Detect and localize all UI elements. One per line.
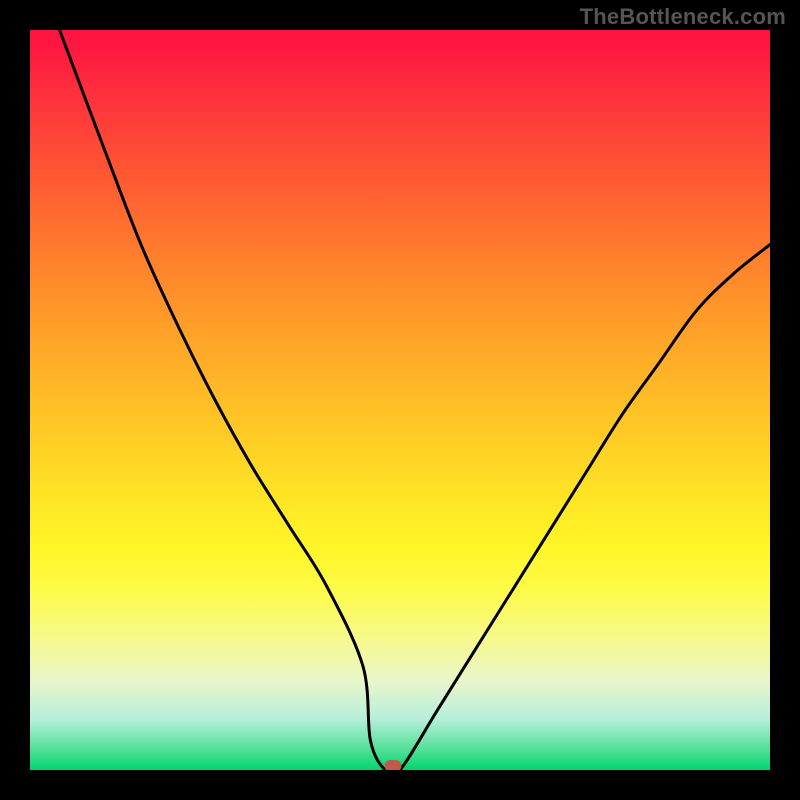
minimum-marker — [384, 760, 401, 770]
bottleneck-curve — [60, 30, 770, 770]
watermark-text: TheBottleneck.com — [580, 4, 786, 30]
curve-svg — [30, 30, 770, 770]
chart-frame: TheBottleneck.com — [0, 0, 800, 800]
plot-area — [30, 30, 770, 770]
